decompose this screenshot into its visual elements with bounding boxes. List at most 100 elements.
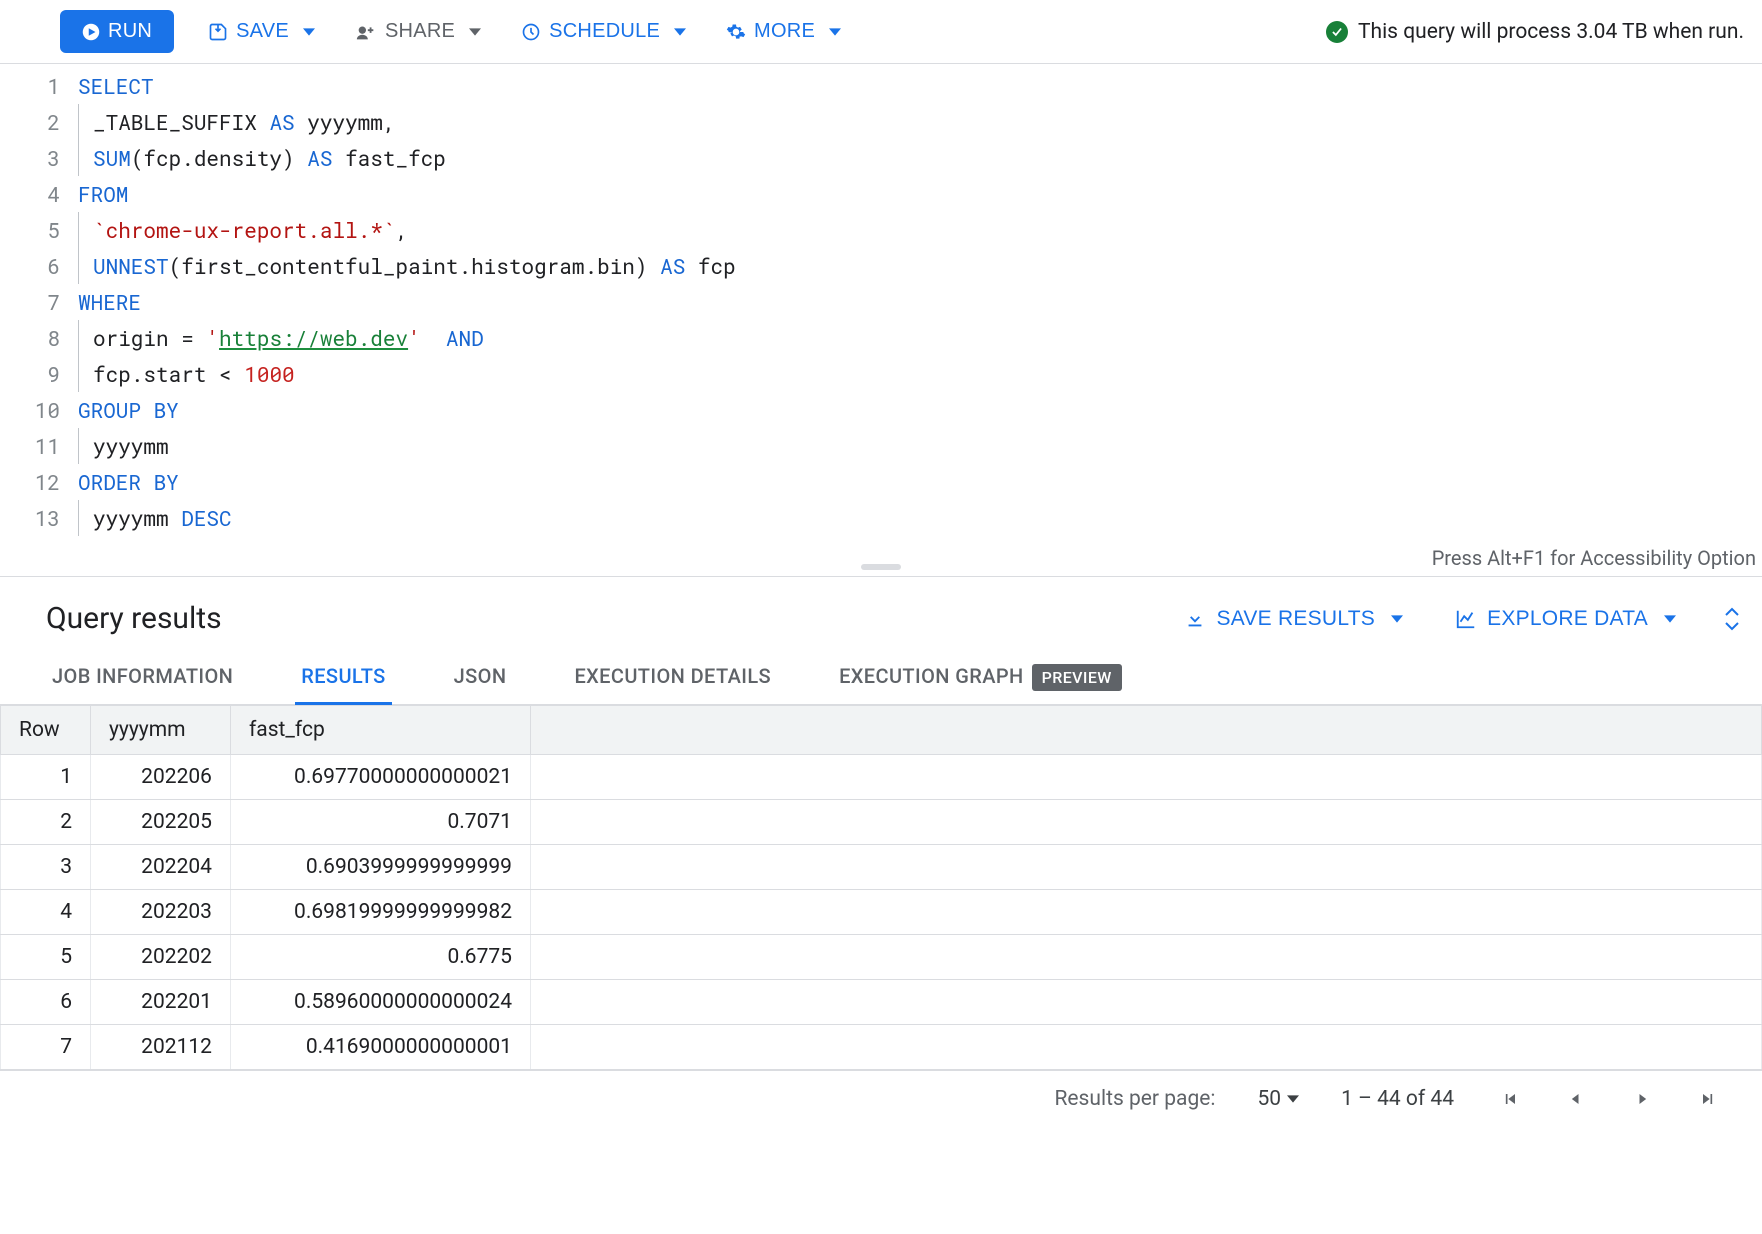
tab-execution-graph[interactable]: EXECUTION GRAPHPREVIEW — [833, 650, 1128, 704]
cell-filler — [531, 755, 1762, 800]
table-row[interactable]: 52022020.6775 — [1, 935, 1762, 980]
code-line[interactable]: 12ORDER BY — [0, 464, 1762, 500]
code-content[interactable]: _TABLE_SUFFIX AS yyyymm, — [78, 104, 395, 140]
code-content[interactable]: yyyymm DESC — [78, 500, 232, 536]
sql-editor[interactable]: 1SELECT2_TABLE_SUFFIX AS yyyymm,3SUM(fcp… — [0, 64, 1762, 542]
save-label: SAVE — [236, 20, 289, 43]
code-line[interactable]: 1SELECT — [0, 68, 1762, 104]
last-page-button[interactable] — [1694, 1085, 1722, 1113]
table-row[interactable]: 42022030.69819999999999982 — [1, 890, 1762, 935]
query-toolbar: RUN SAVE SHARE SCHEDULE — [0, 0, 1762, 64]
row-index: 2 — [1, 800, 91, 845]
page-size-select[interactable]: 50 — [1257, 1087, 1299, 1111]
column-header[interactable]: fast_fcp — [231, 706, 531, 755]
tab-label: JSON — [454, 664, 507, 688]
tab-execution-details[interactable]: EXECUTION DETAILS — [568, 650, 777, 704]
play-icon — [82, 20, 100, 43]
cell-yyyymm: 202201 — [91, 980, 231, 1025]
accessibility-hint: Press Alt+F1 for Accessibility Option — [1432, 546, 1756, 570]
table-row[interactable]: 12022060.69770000000000021 — [1, 755, 1762, 800]
row-index: 4 — [1, 890, 91, 935]
code-content[interactable]: yyyymm — [78, 428, 169, 464]
code-content[interactable]: SELECT — [78, 68, 154, 104]
code-content[interactable]: `chrome-ux-report.all.*`, — [78, 212, 408, 248]
schedule-button[interactable]: SCHEDULE — [515, 12, 692, 51]
table-row[interactable]: 72021120.4169000000000001 — [1, 1025, 1762, 1070]
row-index: 3 — [1, 845, 91, 890]
more-label: MORE — [754, 20, 815, 43]
line-number: 4 — [0, 176, 78, 212]
code-content[interactable]: ORDER BY — [78, 464, 179, 500]
query-status: This query will process 3.04 TB when run… — [1326, 20, 1744, 44]
code-line[interactable]: 10GROUP BY — [0, 392, 1762, 428]
table-header-row: Rowyyyymmfast_fcp — [1, 706, 1762, 755]
code-content[interactable]: UNNEST(first_contentful_paint.histogram.… — [78, 248, 736, 284]
code-line[interactable]: 4FROM — [0, 176, 1762, 212]
code-content[interactable]: fcp.start < 1000 — [78, 356, 295, 392]
code-line[interactable]: 7WHERE — [0, 284, 1762, 320]
code-line[interactable]: 2_TABLE_SUFFIX AS yyyymm, — [0, 104, 1762, 140]
line-number: 3 — [0, 140, 78, 176]
cell-yyyymm: 202206 — [91, 755, 231, 800]
line-number: 7 — [0, 284, 78, 320]
column-header[interactable]: Row — [1, 706, 91, 755]
results-pager: Results per page: 50 1 – 44 of 44 — [0, 1071, 1762, 1127]
run-label: RUN — [108, 20, 152, 43]
run-button[interactable]: RUN — [60, 10, 174, 53]
tab-job-information[interactable]: JOB INFORMATION — [46, 650, 239, 704]
row-index: 7 — [1, 1025, 91, 1070]
first-page-button[interactable] — [1496, 1085, 1524, 1113]
chart-icon — [1455, 607, 1477, 631]
chevron-down-icon — [1391, 613, 1403, 625]
tab-results[interactable]: RESULTS — [295, 650, 391, 704]
table-row[interactable]: 32022040.6903999999999999 — [1, 845, 1762, 890]
line-number: 5 — [0, 212, 78, 248]
table-row[interactable]: 62022010.58960000000000024 — [1, 980, 1762, 1025]
results-title: Query results — [46, 601, 222, 636]
line-number: 1 — [0, 68, 78, 104]
page-size-value: 50 — [1257, 1087, 1281, 1111]
share-button[interactable]: SHARE — [349, 12, 487, 51]
code-content[interactable]: SUM(fcp.density) AS fast_fcp — [78, 140, 446, 176]
share-icon — [355, 20, 377, 43]
cell-filler — [531, 890, 1762, 935]
code-line[interactable]: 11yyyymm — [0, 428, 1762, 464]
line-number: 9 — [0, 356, 78, 392]
cell-filler — [531, 845, 1762, 890]
more-button[interactable]: MORE — [720, 12, 847, 51]
code-content[interactable]: GROUP BY — [78, 392, 179, 428]
line-number: 13 — [0, 500, 78, 536]
code-content[interactable]: origin = 'https://web.dev' AND — [78, 320, 484, 356]
chevron-down-icon — [1664, 613, 1676, 625]
code-content[interactable]: FROM — [78, 176, 128, 212]
chevron-down-icon — [303, 26, 315, 38]
editor-footer: Press Alt+F1 for Accessibility Option — [0, 546, 1762, 577]
tab-json[interactable]: JSON — [448, 650, 513, 704]
line-number: 10 — [0, 392, 78, 428]
row-index: 5 — [1, 935, 91, 980]
code-line[interactable]: 5`chrome-ux-report.all.*`, — [0, 212, 1762, 248]
results-tabs: JOB INFORMATION RESULTS JSON EXECUTION DETA… — [0, 650, 1762, 705]
prev-page-button[interactable] — [1562, 1085, 1590, 1113]
code-content[interactable]: WHERE — [78, 284, 141, 320]
code-line[interactable]: 6UNNEST(first_contentful_paint.histogram… — [0, 248, 1762, 284]
cell-filler — [531, 800, 1762, 845]
explore-data-button[interactable]: EXPLORE DATA — [1449, 606, 1682, 632]
save-button[interactable]: SAVE — [202, 12, 321, 51]
resize-handle[interactable] — [861, 564, 901, 570]
column-header[interactable]: yyyymm — [91, 706, 231, 755]
expand-collapse-icon[interactable] — [1722, 606, 1742, 632]
line-number: 6 — [0, 248, 78, 284]
save-results-button[interactable]: SAVE RESULTS — [1178, 606, 1409, 632]
table-row[interactable]: 22022050.7071 — [1, 800, 1762, 845]
code-line[interactable]: 13yyyymm DESC — [0, 500, 1762, 536]
save-icon — [208, 20, 228, 43]
results-per-page-label: Results per page: — [1054, 1087, 1215, 1111]
code-line[interactable]: 3SUM(fcp.density) AS fast_fcp — [0, 140, 1762, 176]
row-index: 6 — [1, 980, 91, 1025]
code-line[interactable]: 9fcp.start < 1000 — [0, 356, 1762, 392]
cell-fast-fcp: 0.6775 — [231, 935, 531, 980]
chevron-down-icon — [674, 26, 686, 38]
next-page-button[interactable] — [1628, 1085, 1656, 1113]
code-line[interactable]: 8origin = 'https://web.dev' AND — [0, 320, 1762, 356]
